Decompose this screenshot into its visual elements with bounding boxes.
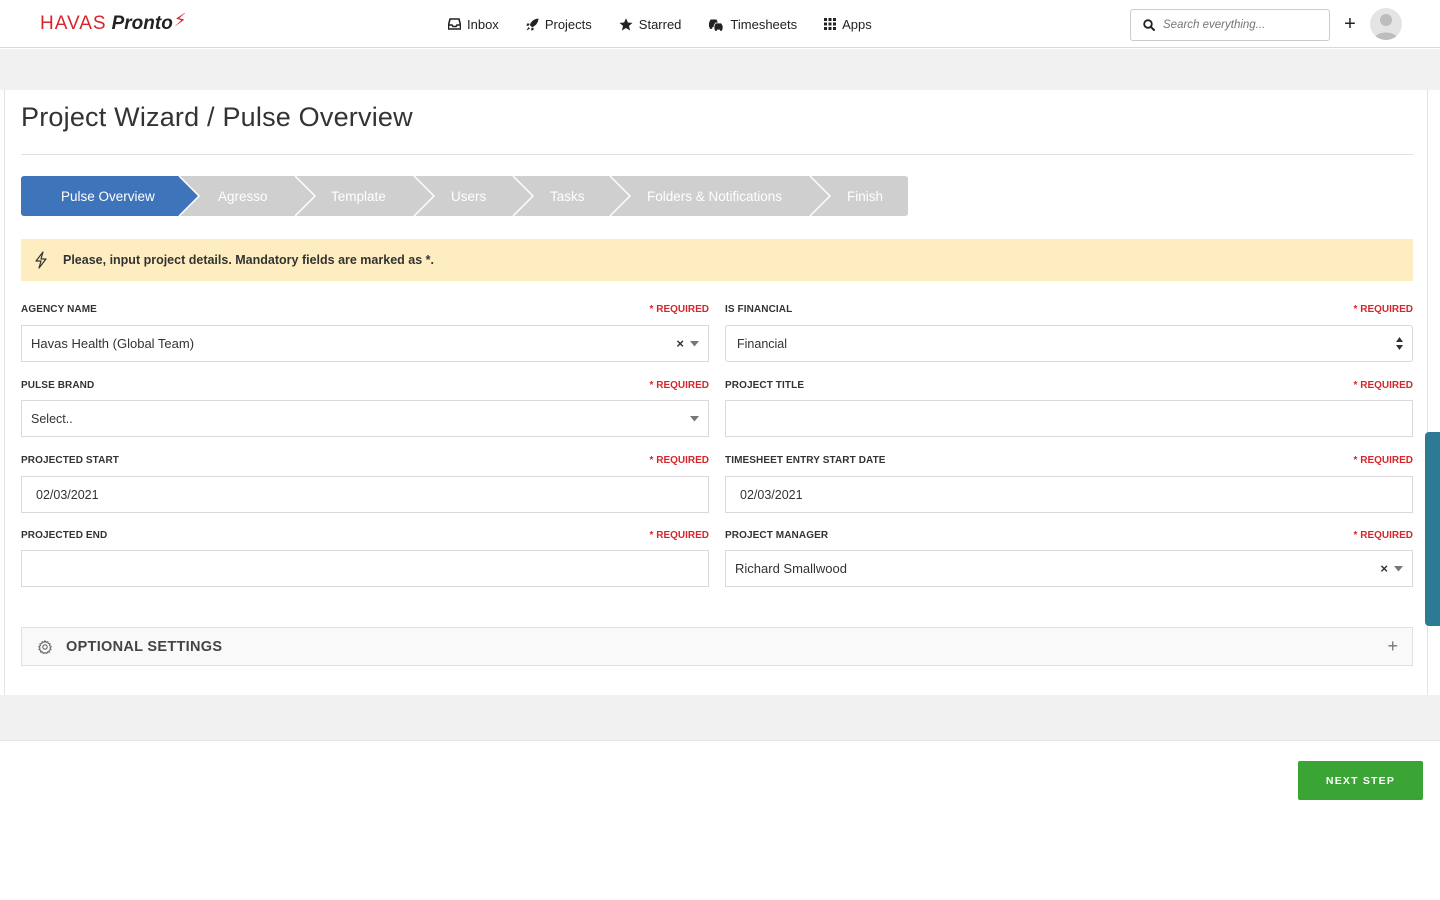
projected-end-required: * REQUIRED — [649, 530, 709, 541]
add-button[interactable]: + — [1340, 13, 1360, 35]
timesheet-start-value: 02/03/2021 — [740, 487, 803, 502]
global-search[interactable] — [1130, 9, 1330, 41]
step-users-label: Users — [451, 188, 487, 204]
project-manager-value: Richard Smallwood — [735, 561, 847, 576]
is-financial-label: IS FINANCIAL — [725, 304, 793, 315]
wizard-card: Project Wizard / Pulse Overview Pulse Ov… — [4, 90, 1428, 696]
logo-pronto-text: Pronto — [111, 13, 173, 34]
nav-starred[interactable]: Starred — [619, 16, 682, 32]
project-manager-required: * REQUIRED — [1353, 530, 1413, 541]
nav-starred-label: Starred — [638, 16, 682, 32]
step-agresso-label: Agresso — [218, 188, 268, 204]
step-folders-notifications-label: Folders & Notifications — [647, 188, 783, 204]
wizard-steps: Pulse Overview Agresso Template Users Ta… — [21, 176, 908, 216]
logo-havas-text: HAVAS — [40, 13, 107, 34]
nav-projects-label: Projects — [544, 16, 592, 32]
is-financial-select[interactable]: Financial — [725, 325, 1413, 362]
step-folders-notifications[interactable]: Folders & Notifications — [647, 176, 782, 216]
page-lower-strip — [0, 695, 1440, 741]
nav-timesheets[interactable]: Timesheets — [708, 17, 797, 32]
project-title-label: PROJECT TITLE — [725, 380, 805, 391]
expand-plus-icon[interactable]: + — [1387, 636, 1398, 657]
gear-icon — [38, 639, 52, 654]
step-template[interactable]: Template — [331, 176, 386, 216]
projected-start-required: * REQUIRED — [649, 455, 709, 466]
optional-settings-label: OPTIONAL SETTINGS — [66, 638, 223, 655]
project-title-required: * REQUIRED — [1353, 380, 1413, 391]
step-pulse-overview[interactable]: Pulse Overview — [61, 176, 155, 216]
cars-icon — [709, 19, 724, 31]
top-navbar: HAVAS Pronto ⚡ Inbox Projects Starred Ti… — [0, 0, 1440, 48]
inbox-icon — [448, 18, 461, 30]
pulse-brand-value: Select.. — [31, 411, 73, 426]
projected-start-input[interactable]: 02/03/2021 — [21, 476, 709, 513]
project-manager-select[interactable]: Richard Smallwood × — [725, 550, 1413, 587]
optional-settings-panel[interactable]: OPTIONAL SETTINGS + — [21, 627, 1413, 666]
search-input[interactable] — [1163, 19, 1323, 31]
pulse-brand-select[interactable]: Select.. — [21, 400, 709, 437]
timesheet-start-input[interactable]: 02/03/2021 — [725, 476, 1413, 513]
main-nav: Inbox Projects Starred Timesheets Apps — [448, 0, 899, 48]
pulse-brand-required: * REQUIRED — [649, 380, 709, 391]
search-icon — [1143, 19, 1155, 31]
agency-name-select[interactable]: Havas Health (Global Team) × — [21, 325, 709, 362]
nav-timesheets-label: Timesheets — [730, 16, 798, 32]
step-template-label: Template — [331, 188, 386, 204]
is-financial-required: * REQUIRED — [1353, 304, 1413, 315]
rocket-icon — [526, 18, 539, 30]
nav-inbox[interactable]: Inbox — [448, 17, 499, 32]
timesheet-start-required: * REQUIRED — [1353, 455, 1413, 466]
projected-end-label: PROJECTED END — [21, 530, 108, 541]
star-icon — [619, 17, 633, 30]
lightning-icon — [35, 251, 47, 269]
havas-pronto-logo[interactable]: HAVAS Pronto ⚡ — [40, 9, 187, 37]
step-tasks-label: Tasks — [550, 188, 585, 204]
user-avatar-icon — [1374, 14, 1398, 40]
nav-apps-label: Apps — [842, 16, 872, 32]
step-agresso[interactable]: Agresso — [218, 176, 268, 216]
next-step-button[interactable]: NEXT STEP — [1298, 761, 1423, 800]
page-header-strip — [0, 49, 1440, 90]
project-manager-label: PROJECT MANAGER — [725, 530, 829, 541]
project-manager-clear-icon[interactable]: × — [1380, 561, 1388, 576]
title-divider — [21, 154, 1413, 155]
step-finish-label: Finish — [847, 188, 884, 204]
project-title-input[interactable] — [725, 400, 1413, 437]
chevron-down-icon[interactable] — [690, 340, 699, 347]
chevron-down-icon[interactable] — [690, 415, 699, 422]
nav-projects[interactable]: Projects — [526, 17, 592, 32]
alert-text: Please, input project details. Mandatory… — [63, 253, 434, 267]
agency-name-label: AGENCY NAME — [21, 304, 97, 315]
is-financial-value: Financial — [737, 336, 788, 351]
step-tasks[interactable]: Tasks — [550, 176, 585, 216]
grid-icon — [824, 18, 837, 30]
agency-name-value: Havas Health (Global Team) — [31, 336, 195, 351]
step-finish[interactable]: Finish — [847, 176, 883, 216]
info-alert: Please, input project details. Mandatory… — [21, 239, 1413, 281]
logo-bolt-icon: ⚡ — [173, 9, 187, 30]
agency-name-clear-icon[interactable]: × — [676, 336, 684, 351]
timesheet-start-label: TIMESHEET ENTRY START DATE — [725, 455, 886, 466]
projected-start-value: 02/03/2021 — [36, 487, 99, 502]
projected-end-input[interactable] — [21, 550, 709, 587]
step-users[interactable]: Users — [451, 176, 486, 216]
pulse-brand-label: PULSE BRAND — [21, 380, 95, 391]
nav-inbox-label: Inbox — [467, 16, 499, 32]
page-title: Project Wizard / Pulse Overview — [21, 102, 413, 132]
step-pulse-overview-label: Pulse Overview — [61, 188, 155, 204]
user-avatar[interactable] — [1370, 8, 1402, 40]
chevron-down-icon[interactable] — [1394, 565, 1403, 572]
select-arrows-icon[interactable] — [1396, 337, 1403, 350]
projected-start-label: PROJECTED START — [21, 455, 119, 466]
feedback-side-tab[interactable] — [1425, 432, 1440, 626]
agency-name-required: * REQUIRED — [649, 304, 709, 315]
nav-apps[interactable]: Apps — [824, 17, 872, 32]
